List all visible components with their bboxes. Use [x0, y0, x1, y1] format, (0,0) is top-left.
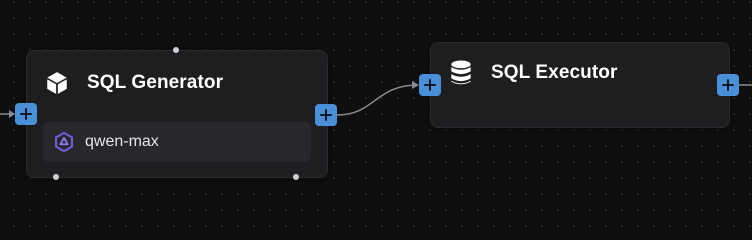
sql-generator-title: SQL Generator: [87, 72, 224, 93]
qwen-logo-icon: [53, 131, 75, 153]
model-selector[interactable]: qwen-max: [43, 122, 311, 162]
plus-icon: [320, 109, 332, 121]
sql-executor-node[interactable]: SQL Executor: [430, 42, 730, 128]
edge-generator-to-executor: [336, 84, 419, 116]
sql-generator-input-port[interactable]: [15, 103, 37, 125]
database-icon: [447, 59, 475, 87]
sql-generator-output-port[interactable]: [315, 104, 337, 126]
plus-icon: [424, 79, 436, 91]
plus-icon: [20, 108, 32, 120]
sql-executor-header: SQL Executor: [447, 59, 618, 87]
workflow-canvas[interactable]: SQL Generator qwen-max SQL Executor: [0, 0, 752, 207]
model-name: qwen-max: [85, 133, 159, 150]
sql-generator-bottom-left-handle[interactable]: [53, 174, 59, 180]
sql-executor-output-port[interactable]: [717, 74, 739, 96]
cube-icon: [43, 69, 71, 97]
plus-icon: [722, 79, 734, 91]
sql-generator-node[interactable]: SQL Generator qwen-max: [26, 50, 328, 178]
sql-generator-top-handle[interactable]: [173, 47, 179, 53]
sql-generator-header: SQL Generator: [43, 69, 223, 97]
sql-executor-title: SQL Executor: [491, 62, 618, 83]
sql-executor-input-port[interactable]: [419, 74, 441, 96]
sql-generator-bottom-right-handle[interactable]: [293, 174, 299, 180]
edge-executor-arrowhead: [412, 81, 419, 89]
